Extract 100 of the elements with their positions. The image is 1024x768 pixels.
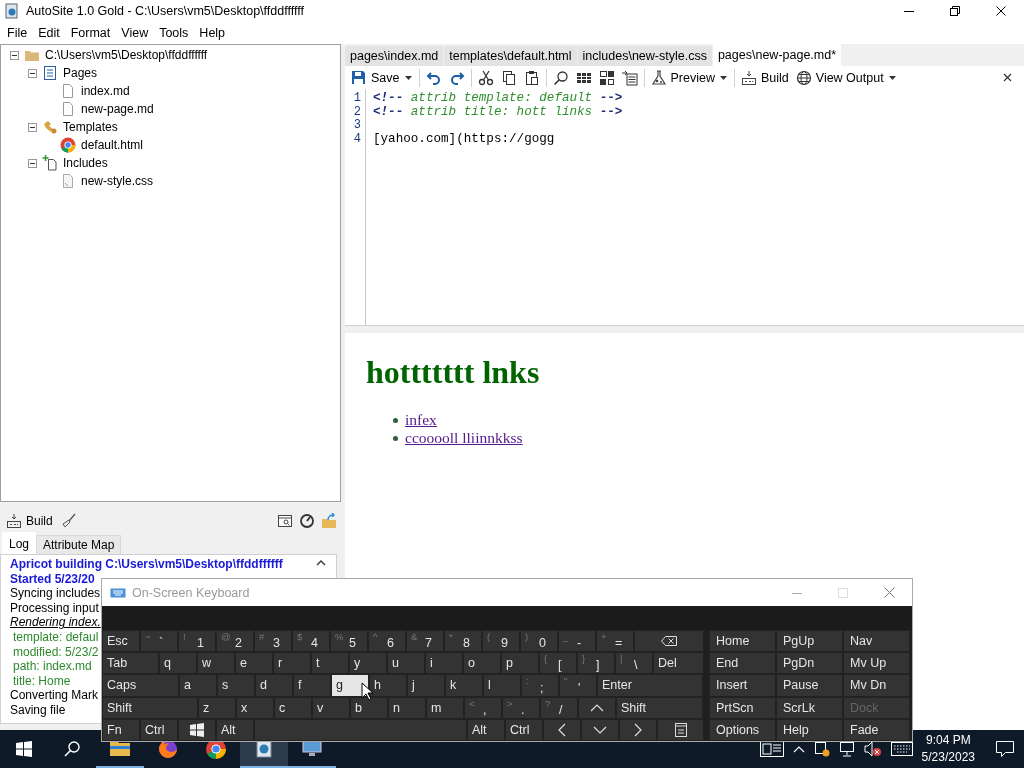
key[interactable]: Home: [709, 630, 776, 653]
save-button[interactable]: Save: [350, 69, 401, 86]
key[interactable]: Enter: [597, 674, 703, 697]
key[interactable]: v: [312, 696, 350, 719]
view-output-button[interactable]: View Output: [794, 69, 885, 86]
key[interactable]: ScrLk: [776, 696, 843, 719]
key[interactable]: m: [426, 696, 464, 719]
key[interactable]: End: [709, 652, 776, 675]
key[interactable]: _ -: [558, 630, 596, 653]
news-icon[interactable]: [759, 741, 784, 757]
key[interactable]: a: [179, 674, 217, 697]
key[interactable]: Shift: [616, 696, 703, 719]
key[interactable]: d: [255, 674, 293, 697]
key[interactable]: Fade: [843, 718, 910, 741]
tree-item[interactable]: Includes: [63, 156, 108, 170]
key[interactable]: Ctrl: [140, 718, 178, 741]
key[interactable]: & 7: [406, 630, 444, 653]
collapse-icon[interactable]: [9, 50, 19, 60]
key[interactable]: Del: [653, 652, 704, 675]
cut-button[interactable]: [476, 69, 495, 86]
editor-tab[interactable]: pages\index.md: [345, 46, 444, 66]
key[interactable]: Caps: [102, 674, 179, 697]
caret-icon[interactable]: [888, 75, 896, 80]
device-warning-icon[interactable]: [813, 741, 830, 757]
key[interactable]: PgDn: [776, 652, 843, 675]
insert-button[interactable]: [620, 69, 639, 86]
grid-button[interactable]: [597, 69, 616, 86]
key[interactable]: { [: [539, 652, 577, 675]
speaker-muted-icon[interactable]: [863, 741, 882, 757]
key[interactable]: < ,: [464, 696, 502, 719]
key[interactable]: o: [463, 652, 501, 675]
editor-tab[interactable]: includes\new-style.css: [577, 46, 712, 66]
key[interactable]: ! 1: [178, 630, 216, 653]
key[interactable]: ? /: [540, 696, 578, 719]
key[interactable]: y: [349, 652, 387, 675]
chevron-up-icon[interactable]: [792, 745, 805, 753]
folder-export-icon[interactable]: [321, 513, 337, 529]
key[interactable]: @ 2: [216, 630, 254, 653]
key[interactable]: Insert: [709, 674, 776, 697]
key[interactable]: > .: [502, 696, 540, 719]
key[interactable]: Mv Up: [843, 652, 910, 675]
key[interactable]: f: [293, 674, 331, 697]
key[interactable]: Esc: [102, 630, 140, 653]
key[interactable]: [657, 718, 704, 741]
key[interactable]: w: [197, 652, 235, 675]
build-button[interactable]: Build: [4, 513, 55, 529]
preview-button[interactable]: Preview: [649, 69, 716, 86]
tree-item[interactable]: new-style.css: [81, 174, 154, 188]
key[interactable]: " ': [559, 674, 597, 697]
key[interactable]: Fn: [102, 718, 140, 741]
key[interactable]: t: [311, 652, 349, 675]
undo-button[interactable]: [424, 69, 443, 86]
key[interactable]: l: [483, 674, 521, 697]
menu-item[interactable]: Tools: [154, 26, 194, 40]
key[interactable]: * 8: [444, 630, 482, 653]
key[interactable]: ( 9: [482, 630, 520, 653]
key[interactable]: i: [425, 652, 463, 675]
network-icon[interactable]: [838, 741, 855, 757]
key[interactable]: k: [445, 674, 483, 697]
key[interactable]: [634, 630, 704, 653]
key[interactable]: + =: [596, 630, 634, 653]
tree-item[interactable]: Pages: [63, 66, 98, 80]
keyboard-icon[interactable]: [890, 742, 913, 756]
key[interactable]: Tab: [102, 652, 159, 675]
key[interactable]: h: [369, 674, 407, 697]
menu-item[interactable]: Help: [194, 26, 231, 40]
caret-icon[interactable]: [404, 75, 412, 80]
collapse-icon[interactable]: [27, 122, 37, 132]
key[interactable]: Options: [709, 718, 776, 741]
tree-item[interactable]: default.html: [81, 138, 144, 152]
key[interactable]: Help: [776, 718, 843, 741]
key[interactable]: x: [236, 696, 274, 719]
editor-tab[interactable]: pages\new-page.md*: [712, 44, 842, 66]
tree-item[interactable]: C:\Users\vm5\Desktop\ffddffffff: [45, 48, 208, 62]
tree-item[interactable]: new-page.md: [81, 102, 154, 116]
key[interactable]: j: [407, 674, 445, 697]
key[interactable]: Mv Dn: [843, 674, 910, 697]
key[interactable]: Alt: [216, 718, 254, 741]
scroll-up-icon[interactable]: [316, 560, 326, 566]
close-button[interactable]: [996, 6, 1006, 16]
key[interactable]: [178, 718, 216, 741]
collapse-icon[interactable]: [27, 158, 37, 168]
menu-item[interactable]: View: [116, 26, 154, 40]
key[interactable]: # 3: [254, 630, 292, 653]
key[interactable]: Shift: [102, 696, 198, 719]
link[interactable]: infex: [405, 411, 437, 429]
search-button[interactable]: [551, 69, 570, 86]
panel-tab[interactable]: Attribute Map: [36, 535, 122, 554]
close-icon[interactable]: [1003, 73, 1012, 82]
clock[interactable]: 9:04 PM 5/23/2023: [921, 732, 975, 766]
key[interactable]: s: [217, 674, 255, 697]
key[interactable]: % 5: [330, 630, 368, 653]
key[interactable]: e: [235, 652, 273, 675]
menu-item[interactable]: Edit: [33, 26, 65, 40]
key[interactable]: ~ `: [140, 630, 178, 653]
key[interactable]: u: [387, 652, 425, 675]
key[interactable]: Alt: [467, 718, 505, 741]
key[interactable]: Ctrl: [505, 718, 543, 741]
key[interactable]: z: [198, 696, 236, 719]
key[interactable]: : ;: [521, 674, 559, 697]
